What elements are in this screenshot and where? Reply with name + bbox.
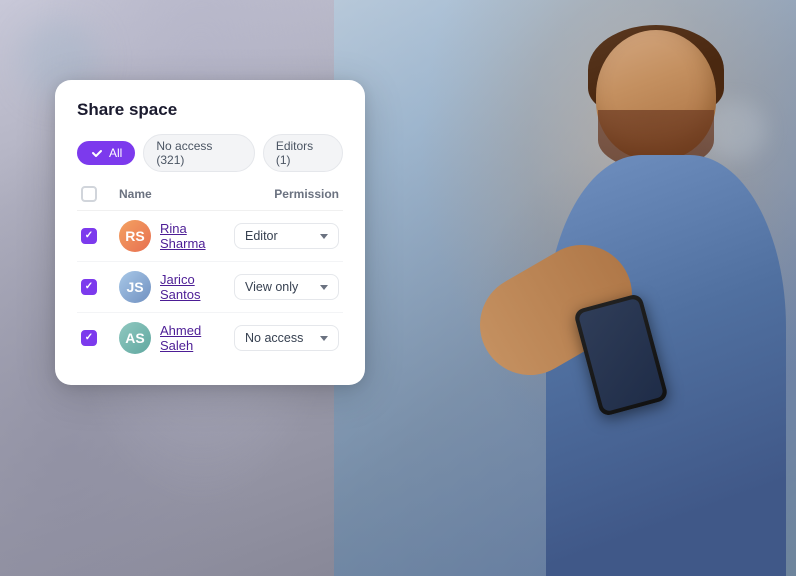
filter-no-access[interactable]: No access (321): [143, 134, 254, 172]
person-figure: [334, 0, 796, 576]
permission-value-jarico: View only: [245, 280, 298, 294]
row-jarico-checkbox[interactable]: [81, 279, 97, 295]
user-info-jarico: JS Jarico Santos: [119, 271, 224, 303]
permission-value-rina: Editor: [245, 229, 278, 243]
table-row: JS Jarico Santos View only: [77, 262, 343, 313]
avatar-rina-face: RS: [119, 220, 151, 252]
col-permission-label: Permission: [274, 187, 339, 201]
filter-all[interactable]: All: [77, 141, 135, 165]
avatar-ahmed: AS: [119, 322, 151, 354]
user-name-ahmed[interactable]: Ahmed Saleh: [160, 323, 224, 353]
select-all-checkbox[interactable]: [81, 186, 97, 202]
filter-editors[interactable]: Editors (1): [263, 134, 343, 172]
permission-dropdown-rina[interactable]: Editor: [234, 223, 339, 249]
row-ahmed-checkbox[interactable]: [81, 330, 97, 346]
col-name-label: Name: [119, 187, 264, 201]
filter-all-label: All: [109, 146, 122, 160]
user-name-rina[interactable]: Rina Sharma: [160, 221, 224, 251]
table-header: Name Permission: [77, 186, 343, 211]
chevron-down-icon-rina: [320, 234, 328, 239]
permission-value-ahmed: No access: [245, 331, 303, 345]
avatar-jarico-face: JS: [119, 271, 151, 303]
avatar-jarico: JS: [119, 271, 151, 303]
check-icon: [90, 146, 104, 160]
filter-no-access-label: No access (321): [156, 139, 241, 167]
filter-row: All No access (321) Editors (1): [77, 134, 343, 172]
chevron-down-icon-ahmed: [320, 336, 328, 341]
user-info-ahmed: AS Ahmed Saleh: [119, 322, 224, 354]
avatar-ahmed-face: AS: [119, 322, 151, 354]
user-info-rina: RS Rina Sharma: [119, 220, 224, 252]
body: [546, 155, 786, 576]
filter-editors-label: Editors (1): [276, 139, 330, 167]
permission-dropdown-ahmed[interactable]: No access: [234, 325, 339, 351]
avatar-rina: RS: [119, 220, 151, 252]
permission-dropdown-jarico[interactable]: View only: [234, 274, 339, 300]
share-space-card: Share space All No access (321) Editors …: [55, 80, 365, 385]
bg-right: [334, 0, 796, 576]
row-rina-checkbox[interactable]: [81, 228, 97, 244]
card-title: Share space: [77, 100, 343, 120]
table-row: AS Ahmed Saleh No access: [77, 313, 343, 363]
user-name-jarico[interactable]: Jarico Santos: [160, 272, 224, 302]
chevron-down-icon-jarico: [320, 285, 328, 290]
table-row: RS Rina Sharma Editor: [77, 211, 343, 262]
